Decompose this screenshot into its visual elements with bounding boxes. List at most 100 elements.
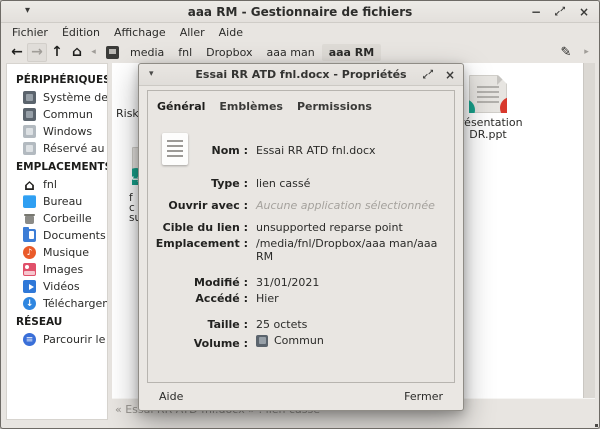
music-icon: ♪: [23, 246, 36, 259]
file-label: Risk: [116, 107, 139, 120]
sidebar-item-label: Documents: [43, 229, 106, 242]
field-value-text: Commun: [274, 334, 324, 347]
sidebar-item-reserve-au-syst[interactable]: Réservé au syst...: [7, 140, 107, 157]
drive-light-icon: [23, 125, 36, 138]
sidebar-item-musique[interactable]: ♪Musique: [7, 244, 107, 261]
drive-light-icon: [23, 142, 36, 155]
dialog-tabs: GénéralEmblèmesPermissions: [148, 91, 454, 118]
sidebar-item-commun[interactable]: Commun: [7, 106, 107, 123]
menu-aide[interactable]: Aide: [212, 24, 250, 41]
field-value-size: 25 octets: [256, 318, 307, 331]
breadcrumb-scroll-right-icon[interactable]: ▸: [580, 43, 593, 62]
folder-icon: [23, 229, 36, 242]
download-icon: ↓: [23, 297, 36, 310]
menu-fichier[interactable]: Fichier: [5, 24, 55, 41]
sidebar-item-label: Parcourir le rése...: [43, 333, 107, 346]
drive-dark-icon: [23, 108, 36, 121]
field-row-modified: Modifié :31/01/2021: [154, 276, 448, 289]
tab-emblemes[interactable]: Emblèmes: [214, 98, 288, 115]
trash-icon: [23, 212, 36, 225]
back-button[interactable]: ←: [7, 43, 27, 62]
field-value-location: /media/fnl/Dropbox/aaa man/aaa RM: [256, 237, 448, 263]
field-value-text: 25 octets: [256, 318, 307, 331]
sidebar-item-fnl[interactable]: ⌂fnl: [7, 176, 107, 193]
dialog-title: Essai RR ATD fnl.docx - Propriétés: [139, 68, 463, 81]
sidebar-item-documents[interactable]: Documents: [7, 227, 107, 244]
sidebar-header-reseau: RÉSEAU: [7, 312, 107, 331]
breadcrumb-media[interactable]: media: [123, 44, 171, 61]
breadcrumb-fnl[interactable]: fnl: [171, 44, 199, 61]
sidebar-item-parcourir-le-rese[interactable]: ≡Parcourir le rése...: [7, 331, 107, 348]
sidebar-item-windows[interactable]: Windows: [7, 123, 107, 140]
menu-aller[interactable]: Aller: [173, 24, 212, 41]
window-menu-icon[interactable]: ▾: [25, 5, 30, 16]
sidebar-item-videos[interactable]: Vidéos: [7, 278, 107, 295]
dialog-footer: Aide Fermer: [139, 383, 463, 410]
sidebar: PÉRIPHÉRIQUES Système de fich... Commun Win…: [6, 63, 108, 420]
resize-grip[interactable]: [595, 424, 598, 427]
edit-path-button[interactable]: ✎: [556, 43, 576, 62]
sidebar-header-peripheriques: PÉRIPHÉRIQUES: [7, 70, 107, 89]
video-icon: [23, 280, 36, 293]
sidebar-item-label: Commun: [43, 108, 93, 121]
field-value-text: lien cassé: [256, 177, 310, 190]
sidebar-item-label: fnl: [43, 178, 57, 191]
sidebar-item-label: Système de fich...: [43, 91, 107, 104]
sidebar-item-label: Vidéos: [43, 280, 80, 293]
breadcrumb-scroll-left-icon[interactable]: ◂: [87, 43, 100, 62]
file-manager-window: ▾ aaa RM - Gestionnaire de fichiers − ↗↙…: [0, 0, 600, 429]
media-drive-icon: [106, 46, 119, 59]
field-label-modified: Modifié :: [154, 276, 256, 289]
sidebar-item-images[interactable]: Images: [7, 261, 107, 278]
field-value-name: Essai RR ATD fnl.docx: [256, 144, 376, 157]
dialog-maximize-button[interactable]: ↗↙: [421, 68, 435, 82]
sidebar-item-telechargements[interactable]: ↓ Téléchargements: [7, 295, 107, 312]
field-label-open-with: Ouvrir avec :: [154, 199, 256, 212]
restore-icon: ↗↙: [554, 6, 566, 18]
field-row-name: Nom :Essai RR ATD fnl.docx: [154, 132, 448, 168]
close-button[interactable]: ×: [577, 5, 591, 19]
sidebar-item-label: Bureau: [43, 195, 82, 208]
sidebar-item-label: Corbeille: [43, 212, 92, 225]
menu-edition[interactable]: Édition: [55, 24, 107, 41]
forward-button[interactable]: →: [27, 43, 47, 62]
vertical-scrollbar[interactable]: [583, 63, 595, 398]
up-button[interactable]: ↑: [47, 43, 67, 62]
desktop-icon: [23, 195, 36, 208]
sidebar-item-label: Téléchargements: [43, 297, 107, 310]
breadcrumb: mediafnlDropboxaaa manaaa RM: [123, 44, 381, 61]
minimize-button[interactable]: −: [529, 5, 543, 19]
field-label-accessed: Accédé :: [154, 292, 256, 305]
field-row-volume: Volume : Commun: [154, 334, 448, 350]
pencil-icon: ✎: [561, 45, 572, 60]
tab-permissions[interactable]: Permissions: [292, 98, 377, 115]
field-value-text: Hier: [256, 292, 279, 305]
sidebar-item-bureau[interactable]: Bureau: [7, 193, 107, 210]
breadcrumb-dropbox[interactable]: Dropbox: [199, 44, 259, 61]
menubar: FichierÉditionAffichageAllerAide: [1, 23, 599, 41]
home-button[interactable]: ⌂: [67, 43, 87, 62]
dialog-menu-icon[interactable]: ▾: [149, 69, 154, 79]
menu-affichage[interactable]: Affichage: [107, 24, 173, 41]
field-row-accessed: Accédé :Hier: [154, 292, 448, 305]
close-dialog-button[interactable]: Fermer: [394, 386, 453, 407]
help-button[interactable]: Aide: [149, 386, 193, 407]
tab-general[interactable]: Général: [152, 98, 210, 115]
dialog-close-button[interactable]: ×: [443, 68, 457, 82]
dialog-notebook: GénéralEmblèmesPermissions Nom :Essai RR…: [147, 90, 455, 383]
field-value-text: Aucune application sélectionnée: [256, 199, 435, 212]
field-label-link-target: Cible du lien :: [154, 221, 256, 234]
field-value-text: 31/01/2021: [256, 276, 319, 289]
field-label-volume: Volume :: [154, 337, 256, 350]
field-value-type: lien cassé: [256, 177, 310, 190]
breadcrumb-aaa-man[interactable]: aaa man: [260, 44, 322, 61]
sidebar-item-systeme-de-fich[interactable]: Système de fich...: [7, 89, 107, 106]
properties-dialog: ▾ Essai RR ATD fnl.docx - Propriétés ↗↙ …: [138, 63, 464, 411]
breadcrumb-aaa-rm[interactable]: aaa RM: [322, 44, 382, 61]
document-icon: ↪ ×: [469, 75, 507, 113]
field-value-link-target: unsupported reparse point: [256, 221, 403, 234]
field-row-link-target: Cible du lien :unsupported reparse point: [154, 221, 448, 234]
field-value-volume: Commun: [256, 334, 324, 347]
maximize-button[interactable]: ↗↙: [553, 5, 567, 19]
sidebar-item-corbeille[interactable]: Corbeille: [7, 210, 107, 227]
